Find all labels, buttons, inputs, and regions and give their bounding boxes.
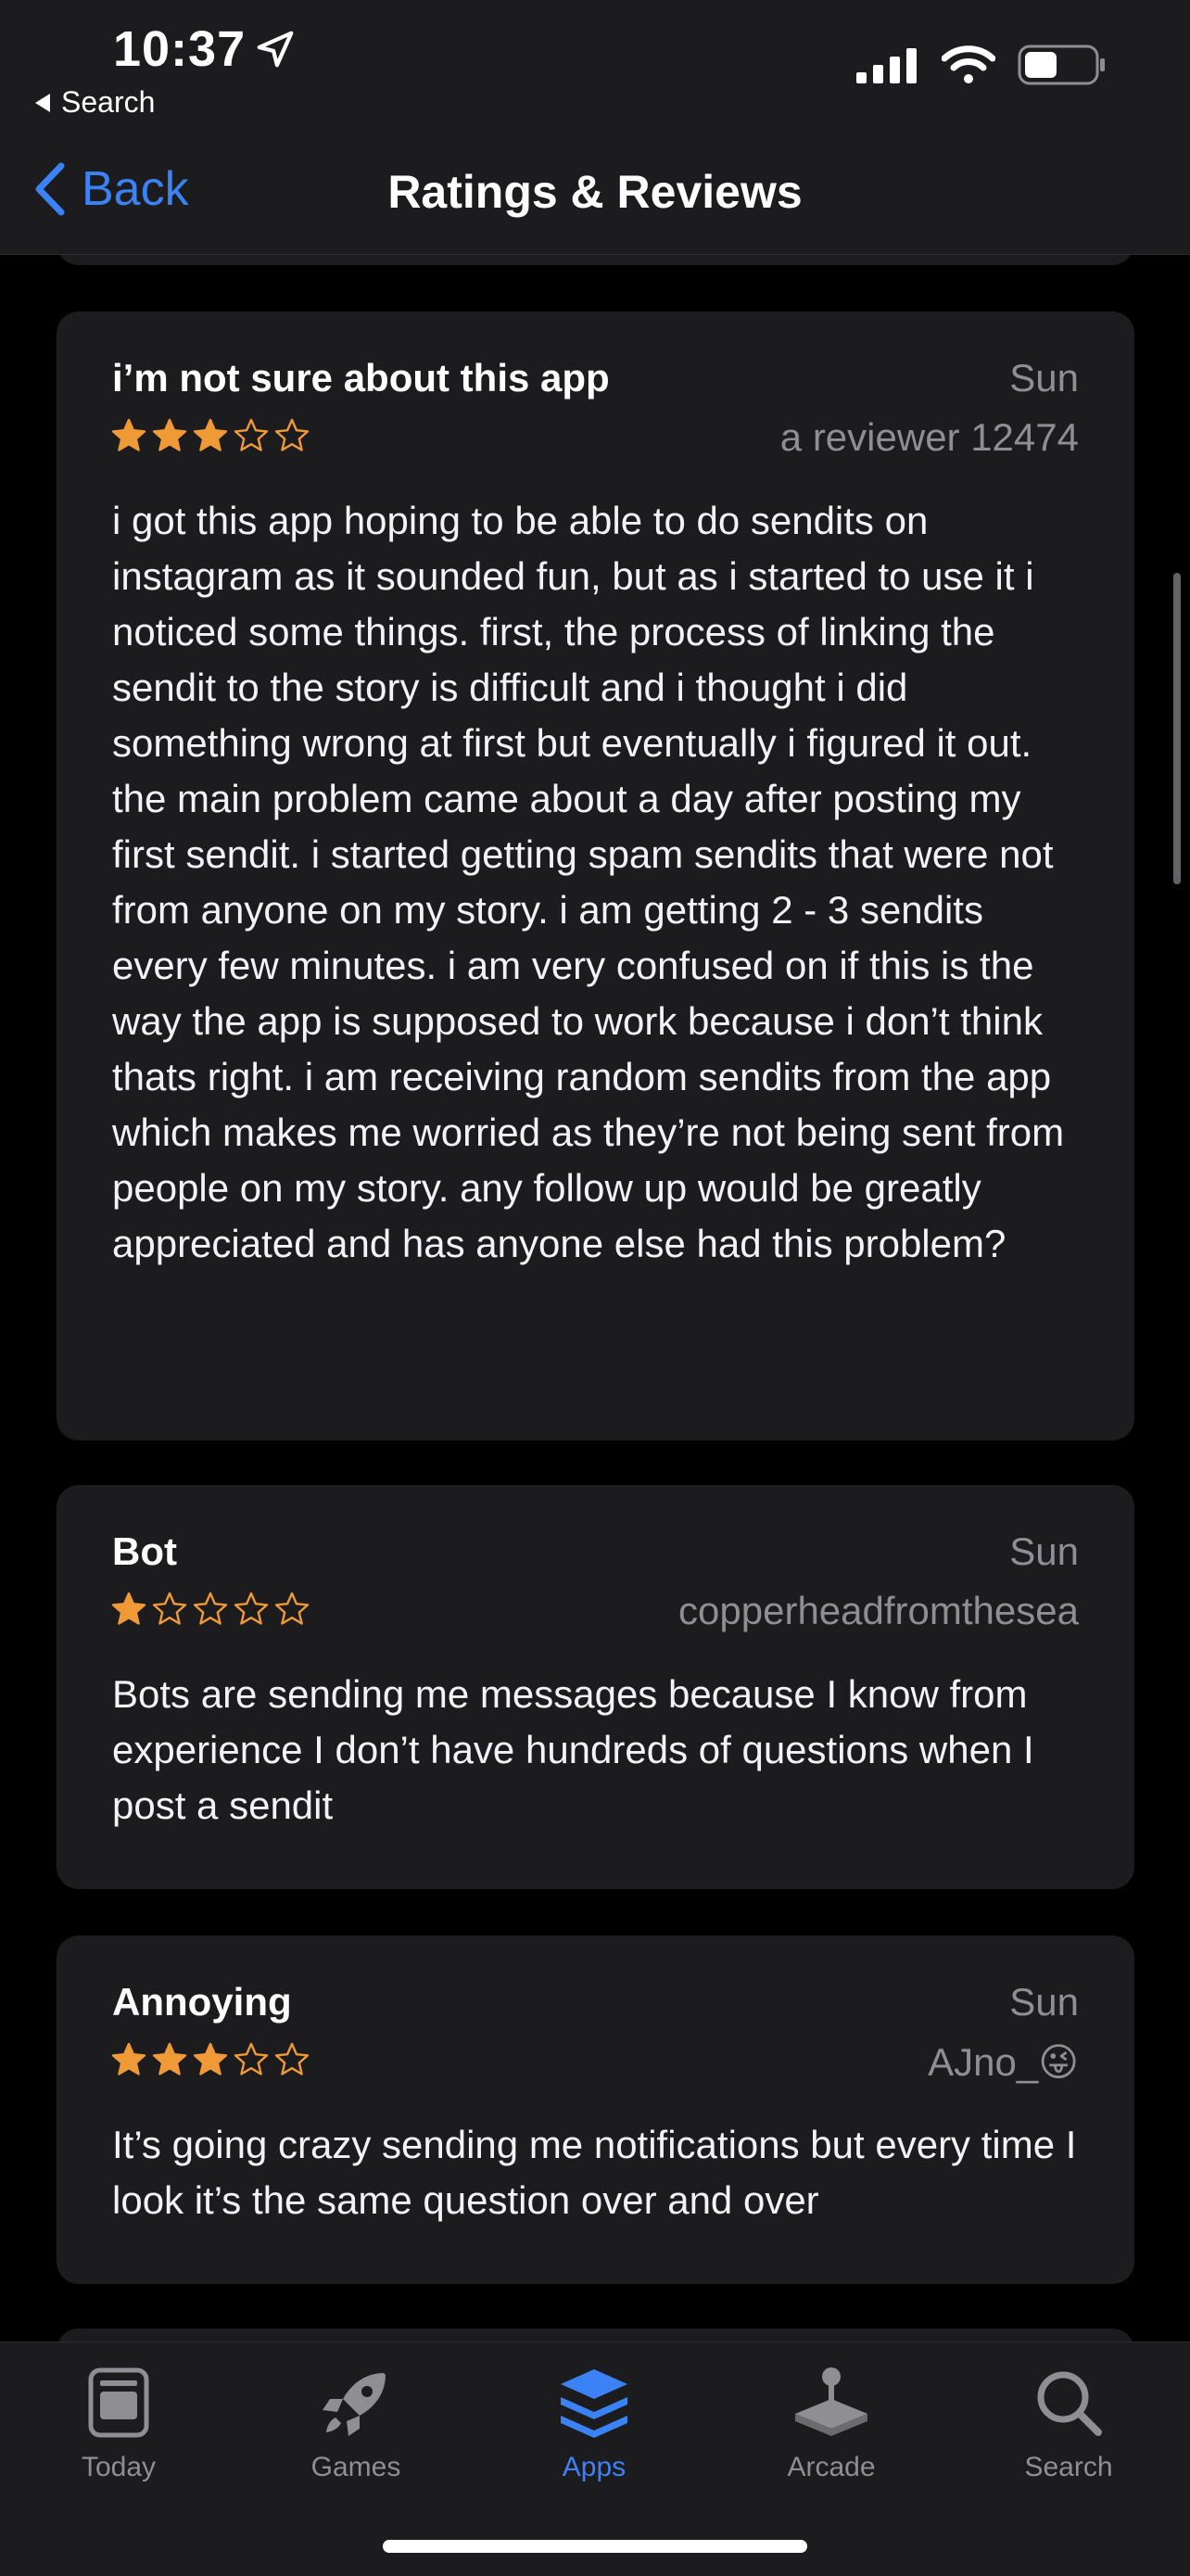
- review-author-name: AJno_😜: [928, 2040, 1079, 2084]
- review-date: Sun: [1009, 356, 1079, 400]
- status-icons: [856, 44, 1107, 85]
- review-card[interactable]: i’m not sure about this app Sun a review…: [57, 311, 1134, 1440]
- tab-label: Games: [310, 2452, 401, 2482]
- star-empty-icon: [234, 418, 269, 451]
- top-header: 10:37 Search Back Ratings & Reviews: [0, 0, 1190, 255]
- review-author-name: copperheadfromthesea: [678, 1589, 1079, 1632]
- battery-icon: [1018, 44, 1105, 85]
- apps-stack-icon: [561, 2369, 627, 2438]
- star-empty-icon: [274, 418, 310, 451]
- wifi-icon: [942, 45, 995, 83]
- status-time: 10:37: [113, 21, 247, 77]
- tab-label: Search: [1024, 2452, 1113, 2482]
- review-card[interactable]: Bot Sun copperheadfromthesea Bots are se…: [57, 1485, 1134, 1889]
- review-card[interactable]: Annoying Sun AJno_😜 It’s going crazy sen…: [57, 1935, 1134, 2284]
- back-triangle-icon: [35, 93, 50, 112]
- star-empty-icon: [234, 2042, 269, 2075]
- location-arrow-icon: [257, 31, 294, 68]
- review-body: Bots are sending me messages because I k…: [112, 1672, 1034, 1827]
- review-date: Sun: [1009, 1529, 1079, 1573]
- scroll-indicator[interactable]: [1173, 573, 1181, 884]
- star-empty-icon: [152, 1592, 187, 1625]
- signal-icon: [856, 48, 917, 83]
- back-to-app-link[interactable]: Search: [35, 85, 155, 120]
- star-empty-icon: [274, 2042, 310, 2075]
- star-filled-icon: [111, 418, 146, 451]
- page-title: Ratings & Reviews: [387, 166, 803, 218]
- review-author: copperheadfromthesea: [678, 1589, 1079, 1633]
- review-title: i’m not sure about this app: [112, 356, 610, 400]
- star-filled-icon: [193, 418, 228, 451]
- review-body: It’s going crazy sending me notification…: [112, 2123, 1077, 2222]
- tab-apps[interactable]: Apps: [501, 2361, 687, 2483]
- star-filled-icon: [193, 2042, 228, 2075]
- search-icon: [1037, 2371, 1102, 2436]
- tab-games[interactable]: Games: [263, 2361, 449, 2483]
- star-rating: [110, 417, 310, 454]
- review-author-name: a reviewer 12474: [779, 415, 1079, 459]
- star-empty-icon: [193, 1592, 228, 1625]
- review-date: Sun: [1009, 1980, 1079, 2024]
- tab-label: Apps: [562, 2452, 627, 2482]
- tab-label: Arcade: [787, 2452, 876, 2482]
- star-filled-icon: [111, 1592, 146, 1625]
- review-author: AJno_😜: [928, 2039, 1079, 2085]
- star-rating: [110, 2041, 310, 2078]
- review-body: i got this app hoping to be able to do s…: [112, 499, 1065, 1265]
- star-filled-icon: [152, 2042, 187, 2075]
- review-author: a reviewer 12474: [780, 415, 1079, 460]
- tab-label: Today: [81, 2452, 157, 2482]
- star-filled-icon: [111, 2042, 146, 2075]
- tab-arcade[interactable]: Arcade: [739, 2361, 924, 2483]
- tab-search[interactable]: Search: [976, 2361, 1161, 2483]
- today-icon: [88, 2367, 149, 2438]
- star-rating: [110, 1591, 310, 1628]
- tab-today[interactable]: Today: [26, 2361, 211, 2483]
- joystick-icon: [795, 2367, 867, 2436]
- home-indicator[interactable]: [383, 2540, 807, 2553]
- review-title: Annoying: [112, 1980, 292, 2024]
- star-empty-icon: [274, 1592, 310, 1625]
- star-filled-icon: [152, 418, 187, 451]
- review-title: Bot: [112, 1529, 177, 1573]
- rocket-icon: [323, 2373, 386, 2436]
- back-app-label: Search: [61, 85, 156, 119]
- star-empty-icon: [234, 1592, 269, 1625]
